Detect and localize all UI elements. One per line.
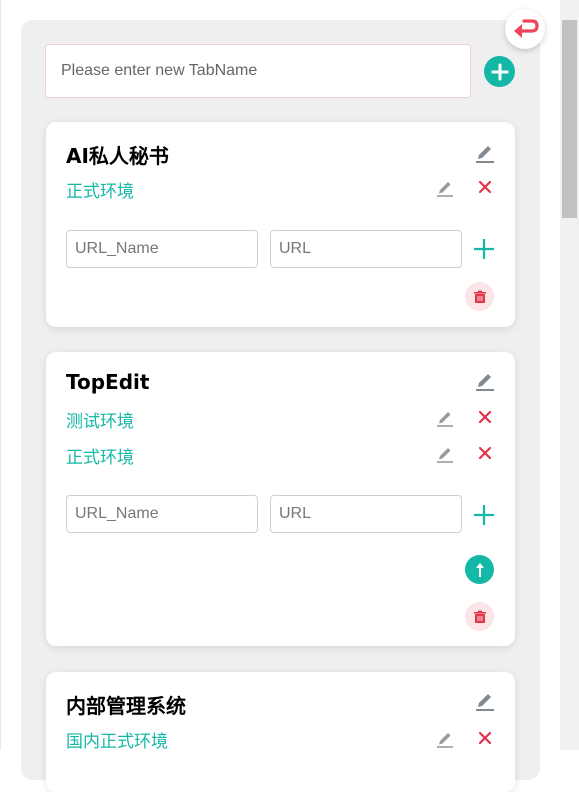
plus-icon [474,239,494,259]
return-arrow-icon [514,19,539,38]
edit-env-button[interactable] [434,406,456,428]
card-title: 内部管理系统 [66,694,186,718]
window-left-edge [0,0,1,750]
trash-icon [473,290,486,303]
trash-icon [473,610,486,623]
env-link[interactable]: 测试环境 [66,407,134,432]
card-title: TopEdit [66,370,150,394]
card-title: AI私人秘书 [66,144,169,168]
delete-card-button[interactable] [465,602,494,631]
edit-env-button[interactable] [434,442,456,464]
edit-env-button[interactable] [434,727,456,749]
url-input[interactable] [270,230,462,268]
close-icon [478,446,492,460]
back-button[interactable] [505,9,545,49]
new-tab-name-input[interactable] [45,44,471,98]
add-url-button[interactable] [472,503,496,527]
scrollbar-thumb[interactable] [562,20,577,218]
close-icon [478,410,492,424]
arrow-up-icon [475,562,484,577]
pencil-icon [437,733,453,748]
delete-card-button[interactable] [465,282,494,311]
pencil-icon [476,694,494,711]
plus-circle-icon [491,63,508,80]
pencil-icon [437,412,453,427]
edit-env-button[interactable] [434,176,456,198]
env-link[interactable]: 国内正式环境 [66,727,168,752]
url-input[interactable] [270,495,462,533]
delete-env-button[interactable] [474,727,496,749]
url-name-input[interactable] [66,230,258,268]
close-icon [478,180,492,194]
delete-env-button[interactable] [474,176,496,198]
edit-title-button[interactable] [473,368,497,392]
pencil-icon [476,374,494,391]
tab-card: 内部管理系统 国内正式环境 [46,672,515,792]
edit-title-button[interactable] [473,688,497,712]
add-tab-button[interactable] [484,56,515,87]
plus-icon [474,505,494,525]
env-link[interactable]: 正式环境 [66,177,134,202]
url-name-input[interactable] [66,495,258,533]
pencil-icon [437,182,453,197]
pencil-icon [476,146,494,163]
pencil-icon [437,448,453,463]
upload-button[interactable] [465,555,494,584]
close-icon [478,731,492,745]
delete-env-button[interactable] [474,406,496,428]
edit-title-button[interactable] [473,140,497,164]
delete-env-button[interactable] [474,442,496,464]
tab-card: AI私人秘书 正式环境 [46,122,515,327]
env-link[interactable]: 正式环境 [66,443,134,468]
add-url-button[interactable] [472,237,496,261]
tab-card: TopEdit 测试环境 正式环境 [46,352,515,646]
